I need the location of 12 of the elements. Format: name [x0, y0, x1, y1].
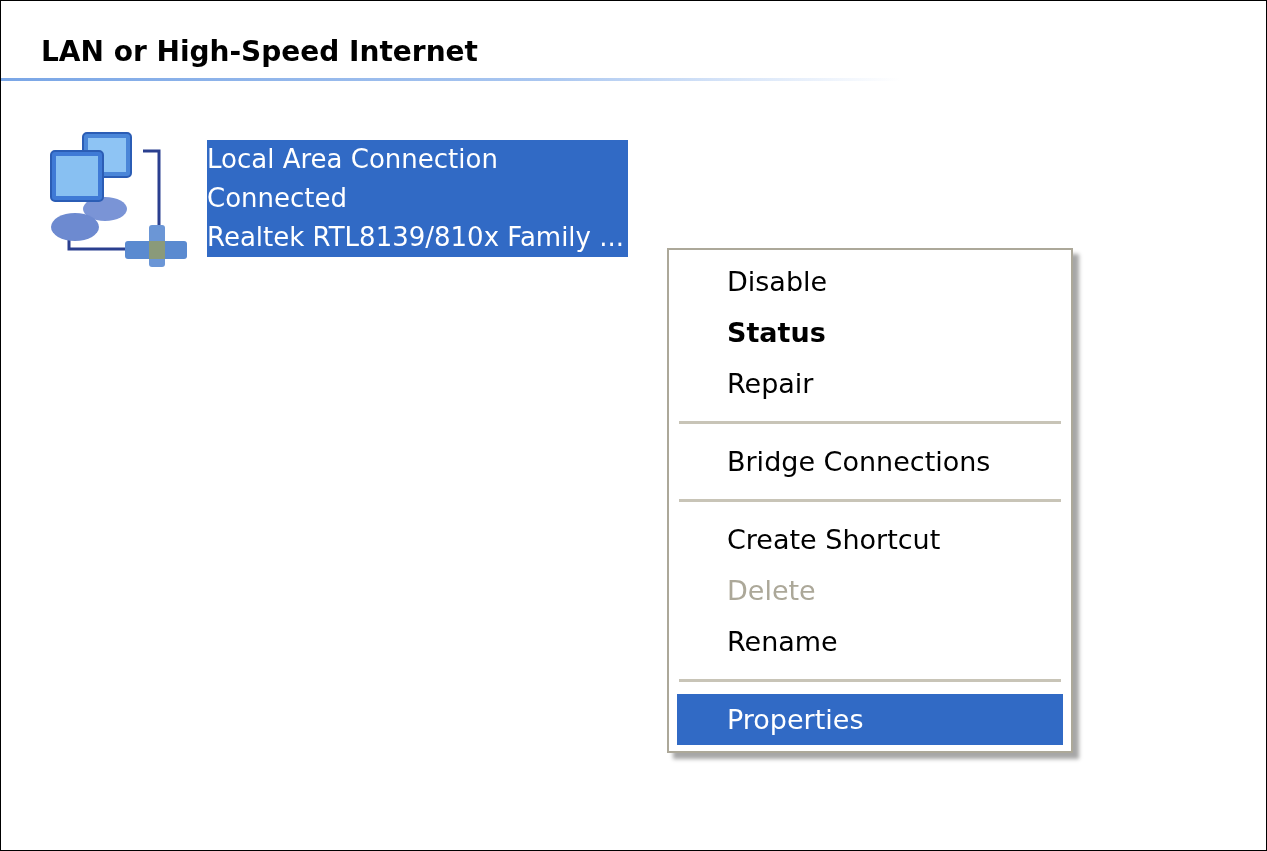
connection-device: Realtek RTL8139/810x Family ... [207, 221, 625, 254]
menu-item[interactable]: Repair [677, 358, 1063, 409]
connection-name: Local Area Connection [207, 143, 499, 176]
section-title: LAN or High-Speed Internet [40, 35, 478, 68]
menu-item[interactable]: Rename [677, 616, 1063, 667]
menu-item[interactable]: Disable [677, 256, 1063, 307]
connection-item[interactable]: Local Area Connection Connected Realtek RTL8139/810x Family ... [207, 140, 629, 257]
menu-item[interactable]: Status [677, 307, 1063, 358]
connection-status: Connected [207, 182, 348, 215]
menu-item[interactable]: Properties [677, 694, 1063, 745]
menu-item[interactable]: Bridge Connections [677, 436, 1063, 487]
menu-item[interactable]: Create Shortcut [677, 514, 1063, 565]
